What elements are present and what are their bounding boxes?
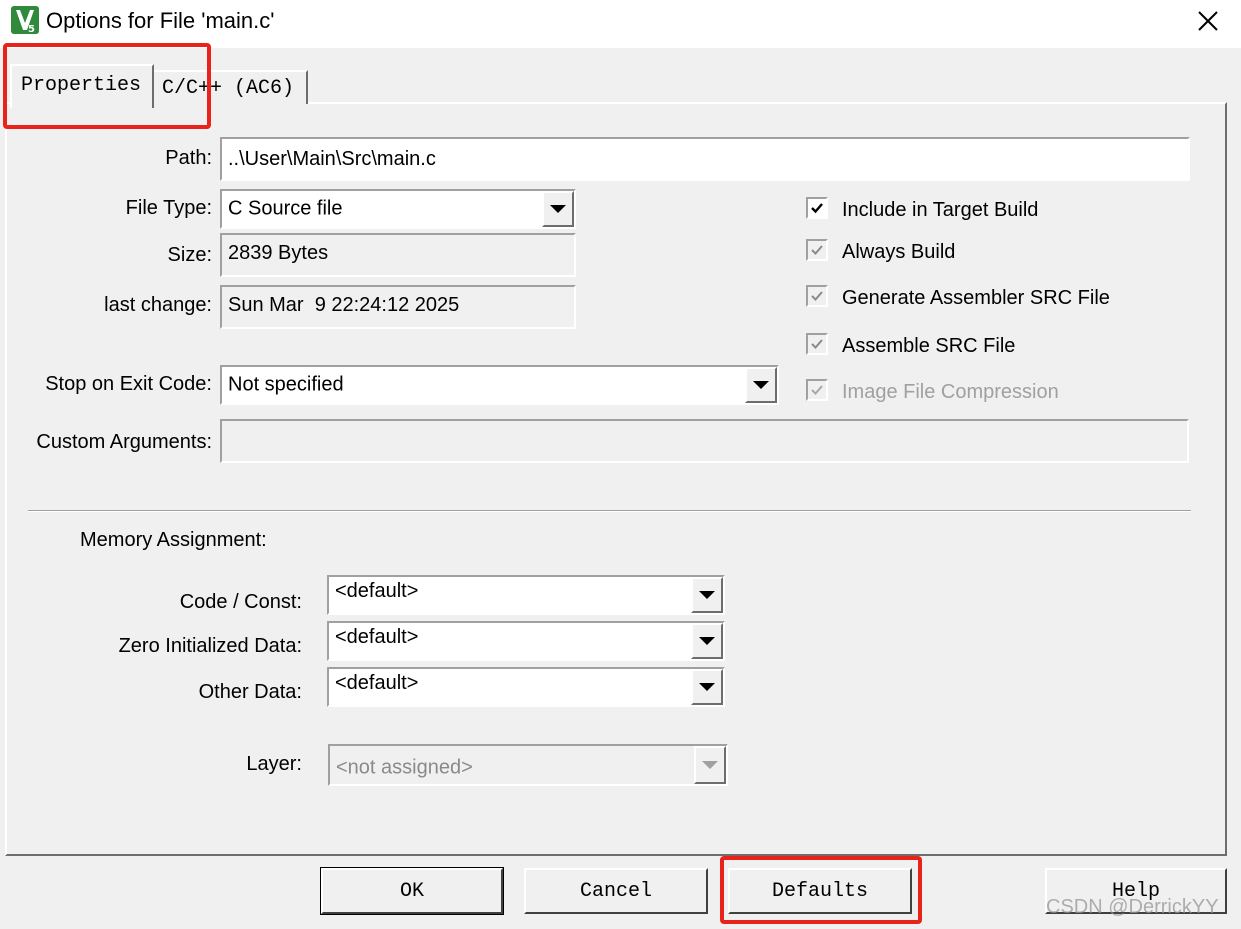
chevron-down-icon[interactable] (691, 669, 723, 705)
tab-properties-label: Properties (21, 74, 142, 97)
window-title: Options for File 'main.c' (46, 8, 275, 33)
stop-on-exit-select[interactable]: Not specified (220, 365, 779, 405)
last-change-label: last change: (104, 294, 212, 316)
image-compression-checkbox (806, 379, 828, 401)
cancel-button-label: Cancel (579, 879, 652, 903)
last-change-value: Sun Mar 9 22:24:12 2025 (228, 294, 460, 316)
include-in-build-checkbox[interactable] (806, 197, 828, 219)
image-compression-label: Image File Compression (842, 381, 1059, 403)
path-label: Path: (165, 147, 212, 169)
zero-init-value: <default> (335, 626, 419, 648)
checkmark-icon (811, 385, 823, 395)
path-field[interactable]: ..\User\Main\Src\main.c (220, 137, 1190, 181)
layer-label: Layer: (246, 753, 302, 775)
chevron-down-icon[interactable] (691, 577, 723, 613)
memory-assignment-heading: Memory Assignment: (80, 529, 267, 551)
always-build-checkbox[interactable] (806, 239, 828, 261)
stop-on-exit-label: Stop on Exit Code: (45, 373, 212, 395)
tab-properties[interactable]: Properties (10, 64, 154, 108)
checkmark-icon (811, 203, 823, 214)
section-divider (28, 510, 1191, 512)
other-data-value: <default> (335, 672, 419, 694)
stop-on-exit-value: Not specified (228, 373, 344, 396)
close-button[interactable] (1180, 0, 1236, 42)
code-const-select[interactable]: <default> (327, 575, 725, 615)
include-in-build-label: Include in Target Build (842, 199, 1039, 221)
generate-asm-src-checkbox[interactable] (806, 285, 828, 307)
size-label: Size: (167, 244, 212, 266)
path-value: ..\User\Main\Src\main.c (228, 147, 436, 170)
defaults-button-label: Defaults (771, 879, 868, 903)
zero-init-select[interactable]: <default> (327, 621, 725, 661)
ok-button[interactable]: OK (320, 867, 504, 915)
zero-init-label: Zero Initialized Data: (118, 635, 302, 657)
checkmark-icon (811, 245, 823, 255)
chevron-down-icon (694, 746, 726, 784)
layer-select: <not assigned> (328, 744, 728, 786)
assemble-src-checkbox[interactable] (806, 333, 828, 355)
other-data-select[interactable]: <default> (327, 667, 725, 707)
custom-arguments-label: Custom Arguments: (36, 431, 212, 453)
size-field: 2839 Bytes (220, 233, 576, 277)
checkmark-icon (811, 291, 823, 301)
keil-uvision-icon: 5 (11, 6, 39, 35)
chevron-down-icon[interactable] (542, 191, 574, 227)
close-icon (1198, 11, 1218, 31)
tab-cc-ac6-label: C/C++ (AC6) (162, 77, 295, 100)
code-const-label: Code / Const: (179, 591, 302, 613)
tab-cc-ac6[interactable]: C/C++ (AC6) (154, 70, 308, 104)
ok-button-label: OK (399, 879, 424, 903)
other-data-label: Other Data: (198, 681, 302, 703)
watermark: CSDN @DerrickYY (1046, 896, 1219, 918)
layer-value: <not assigned> (336, 756, 473, 779)
cancel-button[interactable]: Cancel (524, 868, 708, 914)
always-build-label: Always Build (842, 241, 956, 263)
file-type-select[interactable]: C Source file (220, 189, 576, 229)
size-value: 2839 Bytes (228, 242, 329, 264)
last-change-field: Sun Mar 9 22:24:12 2025 (220, 285, 576, 329)
generate-asm-src-label: Generate Assembler SRC File (842, 287, 1110, 309)
code-const-value: <default> (335, 580, 419, 602)
defaults-button[interactable]: Defaults (728, 868, 912, 914)
chevron-down-icon[interactable] (745, 367, 777, 403)
file-type-label: File Type: (125, 197, 212, 219)
checkmark-icon (811, 339, 823, 349)
assemble-src-label: Assemble SRC File (842, 335, 1016, 357)
chevron-down-icon[interactable] (691, 623, 723, 659)
file-type-value: C Source file (228, 197, 343, 220)
svg-text:5: 5 (28, 24, 35, 34)
custom-arguments-field (220, 419, 1189, 463)
